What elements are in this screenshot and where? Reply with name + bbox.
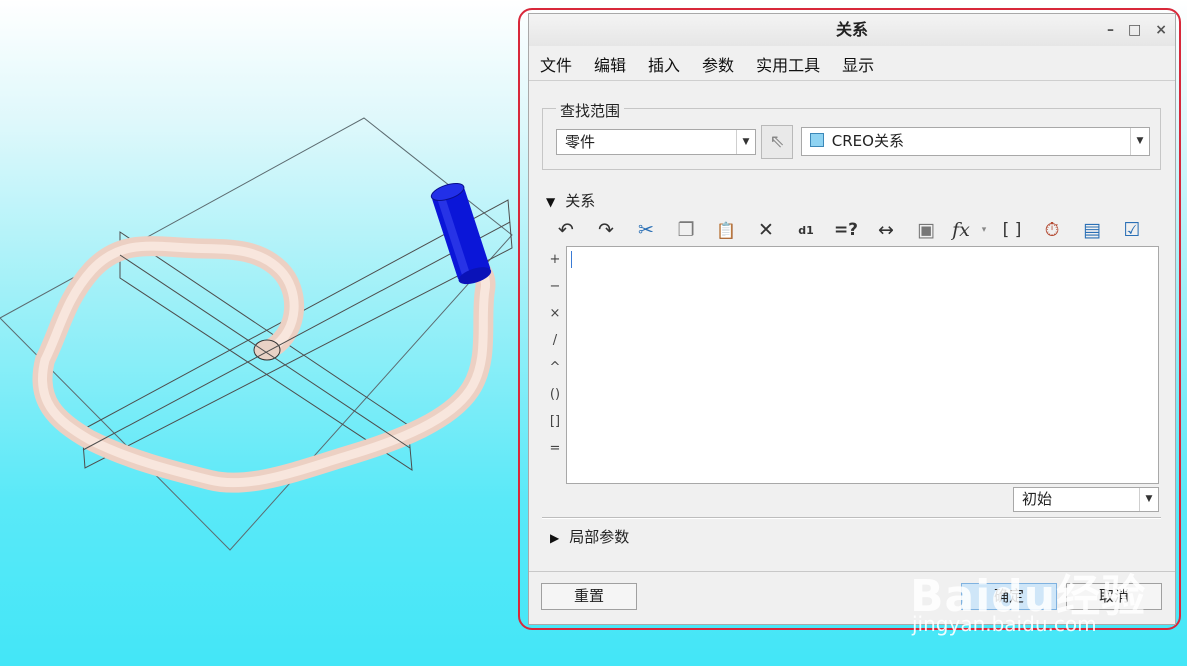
relations-section-header[interactable]: ▼ 关系 [546, 190, 595, 211]
operator-multiply[interactable]: × [546, 300, 564, 327]
dialog-titlebar[interactable]: 关系 – □ × [529, 14, 1175, 46]
paste-icon[interactable]: 📋 [706, 215, 746, 245]
dialog-title: 关系 [835, 20, 868, 39]
section-divider [542, 517, 1161, 519]
sort-icon[interactable]: ▤ [1072, 215, 1112, 245]
relations-toolbar: ↶ ↷ ✂ ❐ 📋 ✕ d1 =? ↔ ▣ fx ▾ [ ] ⏱ ▤ ☑ [546, 213, 1152, 247]
menu-edit[interactable]: 编辑 [583, 48, 637, 80]
part-icon [810, 133, 824, 147]
operator-brackets[interactable]: [] [546, 408, 564, 435]
function-dropdown-icon[interactable]: ▾ [976, 215, 992, 245]
model-select[interactable]: CREO关系 ▼ [801, 127, 1150, 156]
scope-value: 零件 [565, 133, 596, 151]
operator-minus[interactable]: − [546, 273, 564, 300]
footer-divider [529, 571, 1175, 572]
text-caret [571, 251, 572, 268]
operator-buttons: + − × / ^ () [] = [546, 246, 564, 462]
timer-icon[interactable]: ⏱ [1032, 215, 1072, 245]
model-value: CREO关系 [831, 132, 904, 150]
insert-parameter-icon[interactable]: ▣ [906, 215, 946, 245]
operator-parentheses[interactable]: () [546, 381, 564, 408]
operator-power[interactable]: ^ [546, 354, 564, 381]
copy-icon[interactable]: ❐ [666, 215, 706, 245]
pointer-icon: ⇖ [769, 131, 785, 152]
model-graphics [0, 117, 513, 551]
collapse-triangle-icon: ▼ [546, 195, 556, 209]
close-icon[interactable]: × [1155, 14, 1167, 46]
relations-editor[interactable] [566, 246, 1159, 484]
evaluate-icon[interactable]: =? [826, 215, 866, 245]
relations-dialog: 关系 – □ × 文件 编辑 插入 参数 实用工具 显示 查找范围 零件 ▼ ⇖… [528, 13, 1176, 625]
expand-triangle-icon: ▶ [550, 531, 560, 545]
menu-parameters[interactable]: 参数 [691, 48, 745, 80]
show-values-icon[interactable]: d1 [786, 215, 826, 245]
chevron-down-icon: ▼ [1130, 128, 1149, 155]
relations-section-label: 关系 [565, 192, 596, 210]
menu-display[interactable]: 显示 [831, 48, 885, 80]
insert-dimension-icon[interactable]: ↔ [866, 215, 906, 245]
scope-select[interactable]: 零件 ▼ [556, 129, 756, 155]
menu-bar: 文件 编辑 插入 参数 实用工具 显示 [529, 48, 1175, 81]
operator-plus[interactable]: + [546, 246, 564, 273]
lookup-legend: 查找范围 [556, 100, 625, 121]
maximize-icon[interactable]: □ [1128, 14, 1141, 46]
cancel-button[interactable]: 取消 [1066, 583, 1162, 610]
datum-axis-a [119, 254, 411, 449]
local-params-header[interactable]: ▶ 局部参数 [550, 526, 629, 547]
menu-file[interactable]: 文件 [529, 48, 583, 80]
operator-divide[interactable]: / [546, 327, 564, 354]
units-select[interactable]: 初始 ▼ [1013, 487, 1159, 512]
menu-insert[interactable]: 插入 [637, 48, 691, 80]
reset-button[interactable]: 重置 [541, 583, 637, 610]
local-params-label: 局部参数 [569, 528, 630, 546]
select-pointer-button[interactable]: ⇖ [761, 125, 793, 159]
verify-icon[interactable]: ☑ [1112, 215, 1152, 245]
brackets-icon[interactable]: [ ] [992, 215, 1032, 245]
delete-icon[interactable]: ✕ [746, 215, 786, 245]
undo-icon[interactable]: ↶ [546, 215, 586, 245]
cylinder [430, 182, 492, 285]
minimize-icon[interactable]: – [1107, 14, 1114, 46]
cut-icon[interactable]: ✂ [626, 215, 666, 245]
wavy-sweep-highlight [37, 241, 491, 488]
insert-function-icon[interactable]: fx [946, 215, 976, 245]
operator-equals[interactable]: = [546, 435, 564, 462]
redo-icon[interactable]: ↷ [586, 215, 626, 245]
chevron-down-icon: ▼ [736, 130, 755, 154]
window-controls: – □ × [1107, 14, 1167, 46]
ok-button[interactable]: 确定 [961, 583, 1057, 610]
units-value: 初始 [1022, 490, 1053, 508]
model-viewport[interactable] [0, 0, 520, 666]
menu-utilities[interactable]: 实用工具 [745, 48, 831, 80]
chevron-down-icon: ▼ [1139, 488, 1158, 511]
